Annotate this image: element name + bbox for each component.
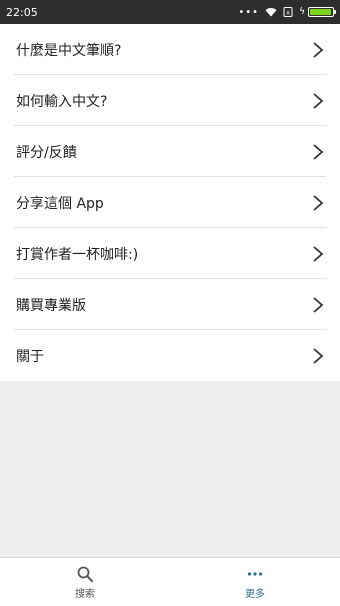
menu-item-label: 如何輸入中文? (16, 93, 108, 110)
battery-level (310, 9, 331, 15)
menu-item-rate-feedback[interactable]: 評分/反饋 (0, 126, 340, 177)
menu-item-share-app[interactable]: 分享這個 App (0, 177, 340, 228)
chevron-right-icon (313, 347, 324, 364)
more-menu-list: 什麼是中文筆順? 如何輸入中文? 評分/反饋 分享這個 App 打賞作者一杯咖啡… (0, 24, 340, 381)
status-bar: 22:05 ••• x ϟ (0, 0, 340, 24)
status-icons: ••• x ϟ (238, 6, 336, 18)
menu-item-buy-pro[interactable]: 購買專業版 (0, 279, 340, 330)
search-icon (77, 566, 93, 582)
status-time: 22:05 (6, 5, 38, 19)
menu-item-label: 分享這個 App (16, 195, 104, 212)
chevron-right-icon (313, 194, 324, 211)
menu-item-label: 關于 (16, 348, 44, 365)
menu-item-how-to-input[interactable]: 如何輸入中文? (0, 75, 340, 126)
wifi-icon (265, 8, 277, 17)
svg-text:x: x (286, 10, 290, 17)
battery-icon (308, 7, 336, 17)
tab-more[interactable]: 更多 (170, 558, 340, 606)
menu-item-what-is-stroke-order[interactable]: 什麼是中文筆順? (0, 24, 340, 75)
bottom-tab-bar: 搜索 更多 (0, 557, 340, 606)
menu-item-tip-author[interactable]: 打賞作者一杯咖啡:) (0, 228, 340, 279)
tab-more-label: 更多 (245, 588, 265, 600)
menu-item-label: 打賞作者一杯咖啡:) (16, 246, 139, 263)
tab-search[interactable]: 搜索 (0, 558, 170, 606)
menu-item-label: 購買專業版 (16, 297, 86, 314)
tab-search-label: 搜索 (75, 588, 95, 600)
sim-card-icon: x (283, 7, 293, 17)
chevron-right-icon (313, 92, 324, 109)
menu-item-label: 評分/反饋 (16, 144, 77, 161)
chevron-right-icon (313, 143, 324, 160)
more-icon (247, 571, 263, 576)
menu-item-label: 什麼是中文筆順? (16, 42, 122, 59)
charging-icon: ϟ (299, 7, 305, 17)
menu-item-about[interactable]: 關于 (0, 330, 340, 381)
chevron-right-icon (313, 41, 324, 58)
chevron-right-icon (313, 245, 324, 262)
signal-dots-icon: ••• (238, 6, 260, 18)
chevron-right-icon (313, 296, 324, 313)
